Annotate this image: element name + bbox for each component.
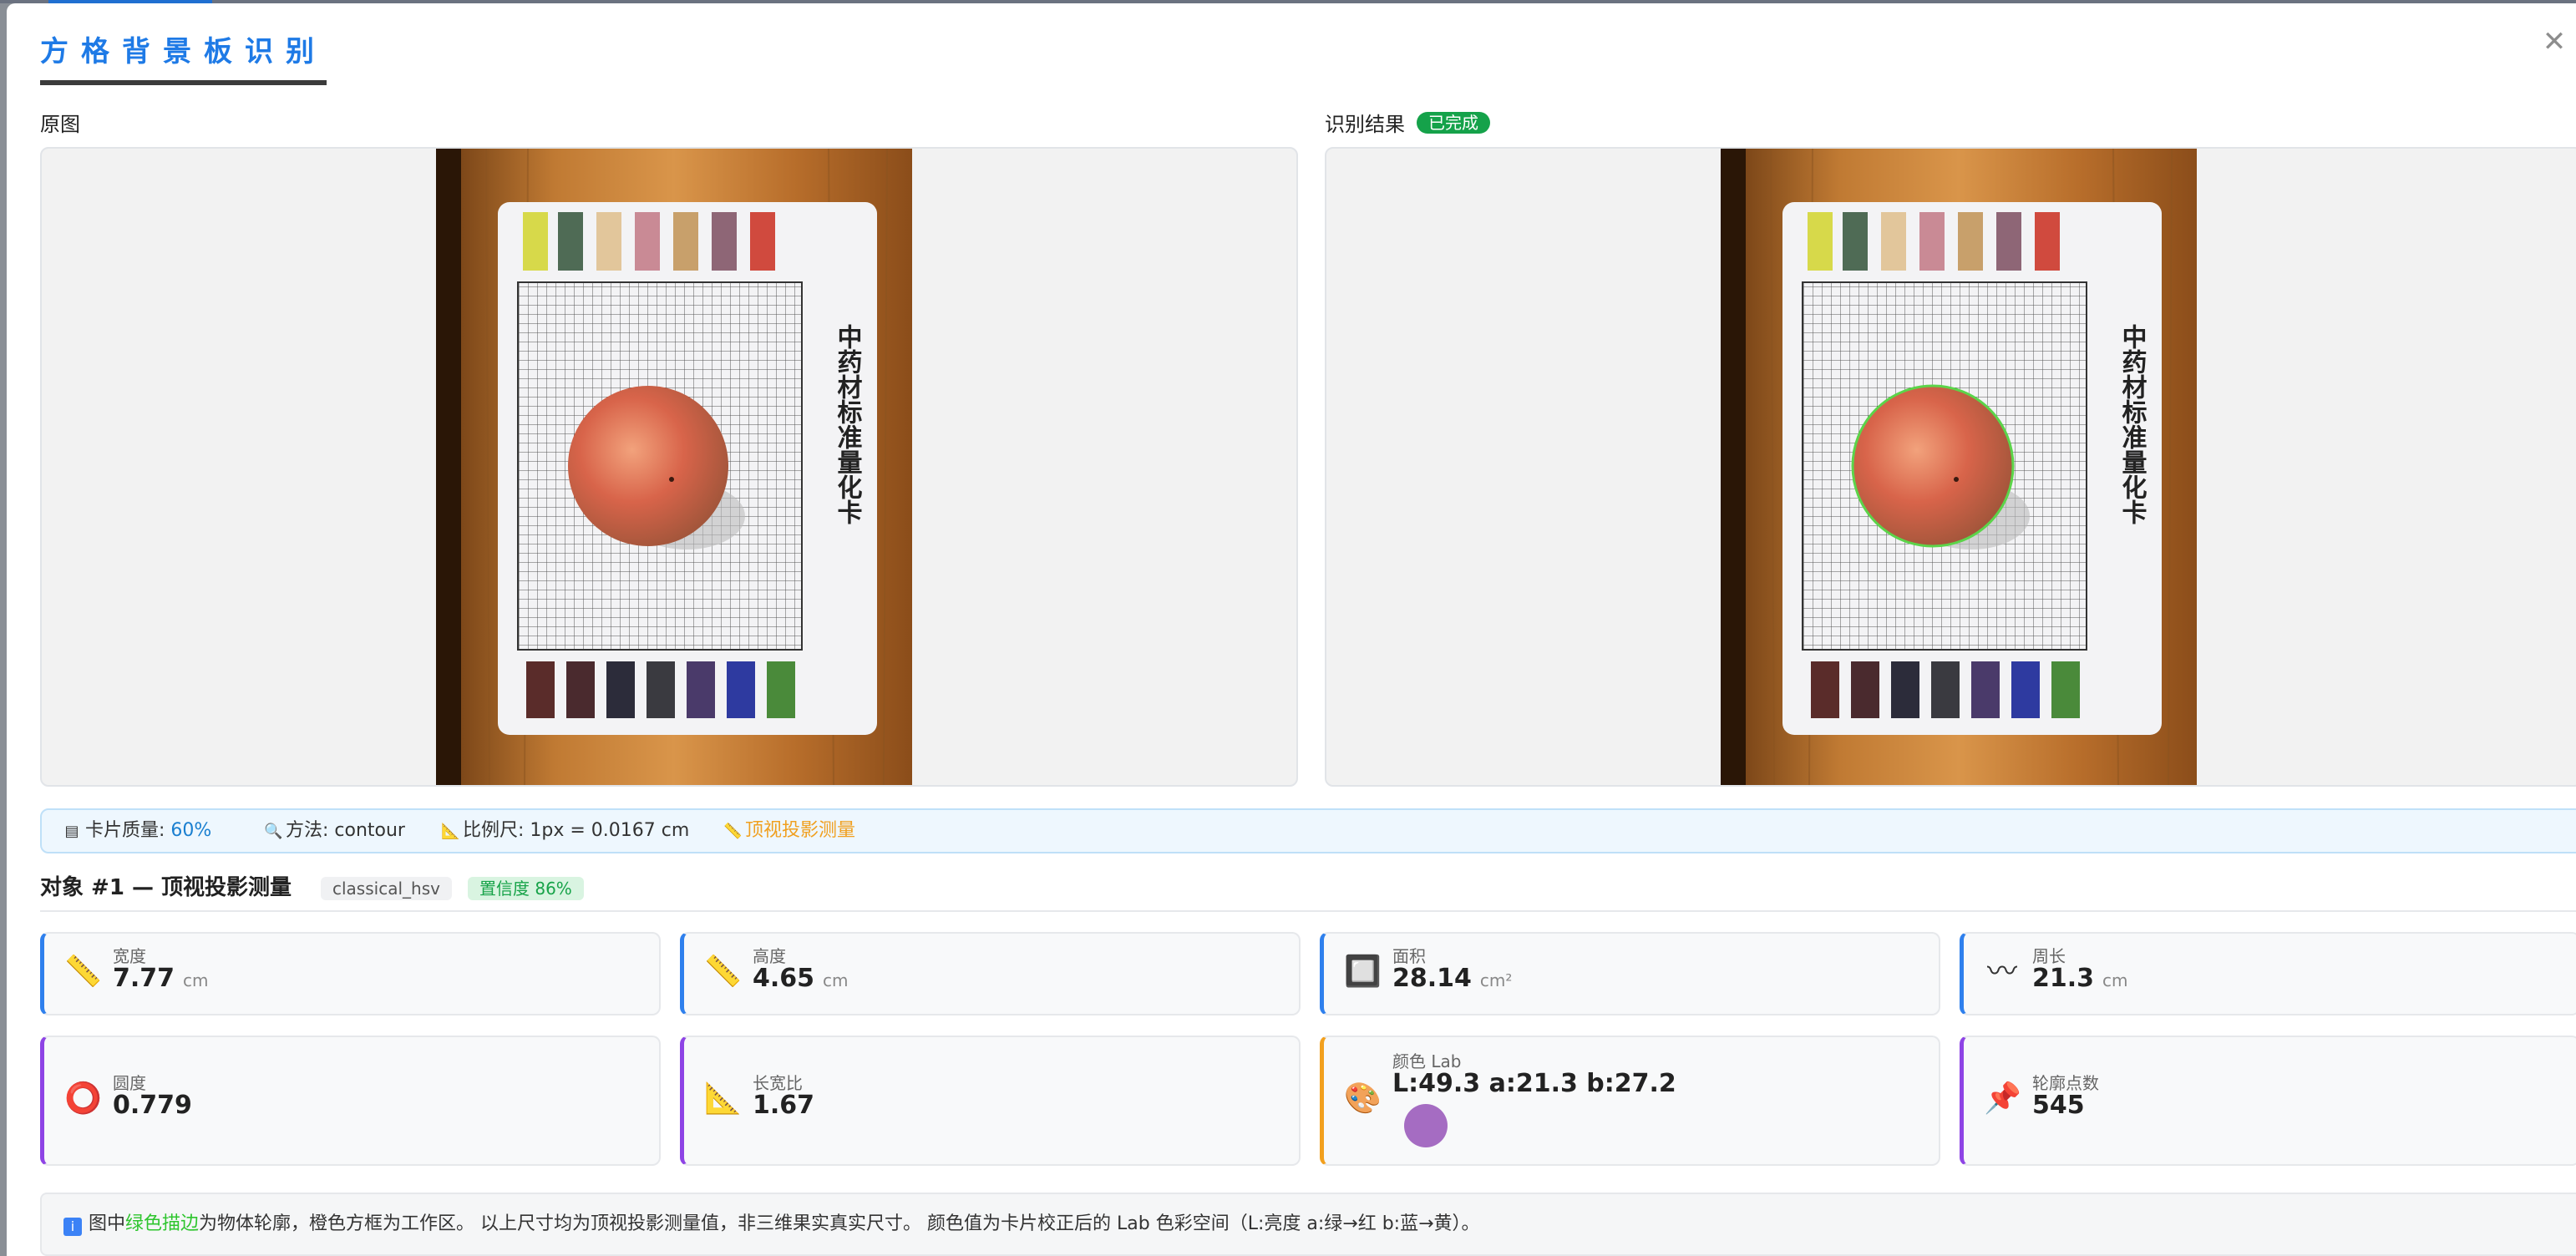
- metric-card-contour-points: 📌 轮廓点数 545: [1960, 1036, 2576, 1166]
- wave-icon: 〰: [1986, 955, 2017, 989]
- metric-card-width: 📏 宽度 7.77 cm: [40, 932, 661, 1015]
- status-badge: 已完成: [1417, 112, 1490, 134]
- metric-card-circularity: ⭕ 圆度 0.779: [40, 1036, 661, 1166]
- object-title: 对象 #1 — 顶视投影测量: [40, 875, 292, 900]
- bottom-color-swatches: [526, 661, 795, 718]
- measurement-mode: 📏 顶视投影测量: [723, 810, 855, 853]
- original-photo: 中药材标准量化卡: [436, 149, 912, 785]
- metric-card-area: 🔲 面积 28.14 cm²: [1320, 932, 1940, 1015]
- detection-method: 🔍 方法: contour: [264, 810, 405, 853]
- result-photo: 中药材标准量化卡: [1721, 149, 2197, 785]
- card-icon: ▤: [64, 823, 79, 840]
- palette-icon: 🎨: [1344, 1081, 1382, 1116]
- confidence-tag: 置信度 86%: [468, 877, 584, 900]
- result-image-label: 识别结果 已完成: [1325, 110, 1490, 139]
- metric-card-aspect-ratio: 📐 长宽比 1.67: [680, 1036, 1301, 1166]
- scale-ratio: 📐 比例尺: 1px = 0.0167 cm: [441, 810, 689, 853]
- svg-text:中药材标准量化卡: 中药材标准量化卡: [833, 324, 863, 524]
- result-image-panel: 中药材标准量化卡: [1325, 147, 2576, 787]
- algorithm-tag: classical_hsv: [321, 877, 452, 900]
- square-icon: 🔲: [1344, 955, 1382, 989]
- metric-card-perimeter: 〰 周长 21.3 cm: [1960, 932, 2576, 1015]
- svg-text:中药材标准量化卡: 中药材标准量化卡: [2117, 324, 2148, 524]
- metric-card-color-lab: 🎨 颜色 Lab L:49.3 a:21.3 b:27.2: [1320, 1036, 1940, 1166]
- measurement-info-bar: ▤ 卡片质量: 60% 🔍 方法: contour 📐 比例尺: 1px = 0.01…: [40, 808, 2576, 853]
- recognition-dialog: 方格背景板识别 ✕ 原图 中药材标准量化卡 识别结果 已完成 中药材标准量化卡 …: [7, 3, 2576, 1256]
- metric-card-height: 📏 高度 4.65 cm: [680, 932, 1301, 1015]
- close-icon[interactable]: ✕: [2538, 25, 2571, 58]
- footer-note: i 图中绿色描边为物体轮廓，橙色方框为工作区。 以上尺寸均为顶视投影测量值，非三维…: [40, 1193, 2576, 1256]
- circle-icon: ⭕: [64, 1081, 102, 1116]
- original-image-panel: 中药材标准量化卡: [40, 147, 1298, 787]
- object-header: 对象 #1 — 顶视投影测量 classical_hsv 置信度 86%: [40, 872, 2576, 912]
- original-image-label: 原图: [40, 113, 80, 136]
- card-quality: ▤ 卡片质量: 60%: [63, 810, 211, 853]
- color-swatch: [1404, 1104, 1448, 1147]
- info-icon: i: [63, 1218, 82, 1236]
- pushpin-icon: 📌: [1984, 1081, 2021, 1116]
- triangle-ruler-icon: 📐: [704, 1081, 742, 1116]
- dialog-title: 方格背景板识别: [40, 30, 327, 85]
- magnifier-icon: 🔍: [264, 823, 283, 840]
- ruler-icon: 📏: [704, 955, 742, 989]
- ruler-icon: 📏: [723, 823, 743, 840]
- triangle-ruler-icon: 📐: [441, 823, 460, 840]
- ruler-icon: 📏: [64, 955, 102, 989]
